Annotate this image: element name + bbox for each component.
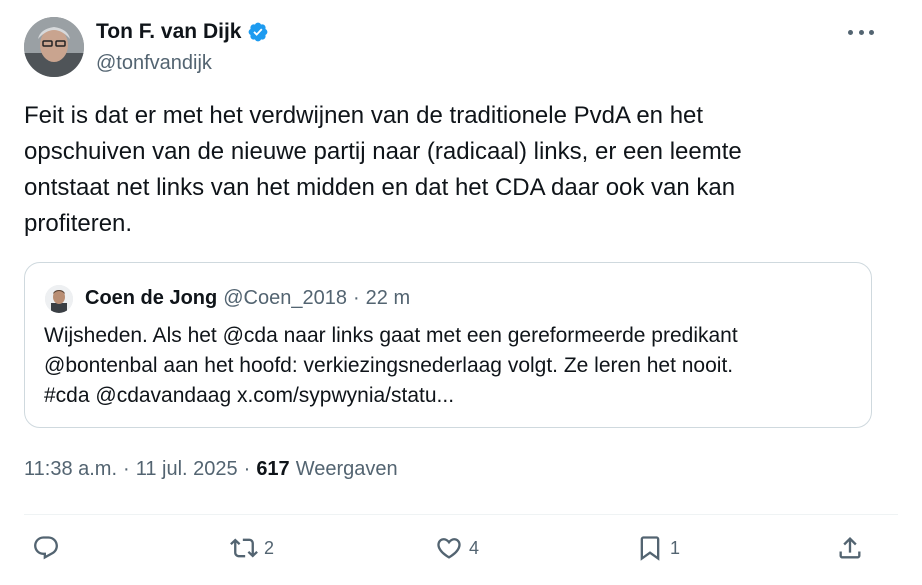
retweet-icon [230, 538, 258, 558]
quote-author-avatar[interactable] [45, 285, 73, 313]
author-name-row: Ton F. van Dijk [96, 20, 269, 44]
retweet-button[interactable]: 2 [230, 534, 274, 562]
author-avatar[interactable] [24, 17, 84, 77]
views-label: Weergaven [295, 458, 398, 480]
quote-header: Coen de Jong @Coen_2018 · 22 m [85, 287, 410, 310]
quote-handle[interactable]: @Coen_2018 [223, 287, 347, 310]
tweet-text: Feit is dat er met het verdwijnen van de… [24, 102, 742, 237]
author-avatar-image [24, 17, 84, 77]
verified-badge-icon[interactable] [247, 21, 269, 43]
like-button[interactable]: 4 [435, 534, 479, 562]
bookmark-icon [640, 536, 660, 561]
tweet-meta: 11:38 a.m. · 11 jul. 2025 · 617 Weergave… [24, 458, 398, 481]
divider [24, 514, 898, 515]
reply-button[interactable] [32, 534, 66, 562]
quote-display-name[interactable]: Coen de Jong [85, 287, 217, 310]
meta-separator: · [243, 458, 251, 480]
heart-icon [437, 538, 461, 559]
share-button[interactable] [836, 534, 864, 562]
quote-separator: · [352, 287, 360, 309]
tweet-time[interactable]: 11:38 a.m. [24, 458, 117, 481]
bookmark-count: 1 [670, 537, 681, 558]
quote-avatar-image [45, 285, 73, 313]
reply-icon [34, 536, 58, 560]
meta-separator: · [123, 458, 130, 480]
tweet-date[interactable]: 11 jul. 2025 [136, 458, 238, 481]
share-icon [839, 537, 861, 559]
more-options-button[interactable] [848, 22, 874, 42]
views-count: 617 [256, 458, 290, 480]
more-icon [848, 29, 853, 35]
author-handle[interactable]: @tonfvandijk [96, 52, 212, 75]
quote-text: Wijsheden. Als het @cda naar links gaat … [44, 324, 738, 407]
bookmark-button[interactable]: 1 [636, 534, 680, 562]
retweet-count: 2 [264, 537, 275, 558]
quoted-tweet[interactable]: Coen de Jong @Coen_2018 · 22 m Wijsheden… [24, 262, 872, 428]
quote-timestamp[interactable]: 22 m [366, 287, 410, 310]
like-count: 4 [469, 537, 480, 558]
author-display-name[interactable]: Ton F. van Dijk [96, 20, 241, 44]
